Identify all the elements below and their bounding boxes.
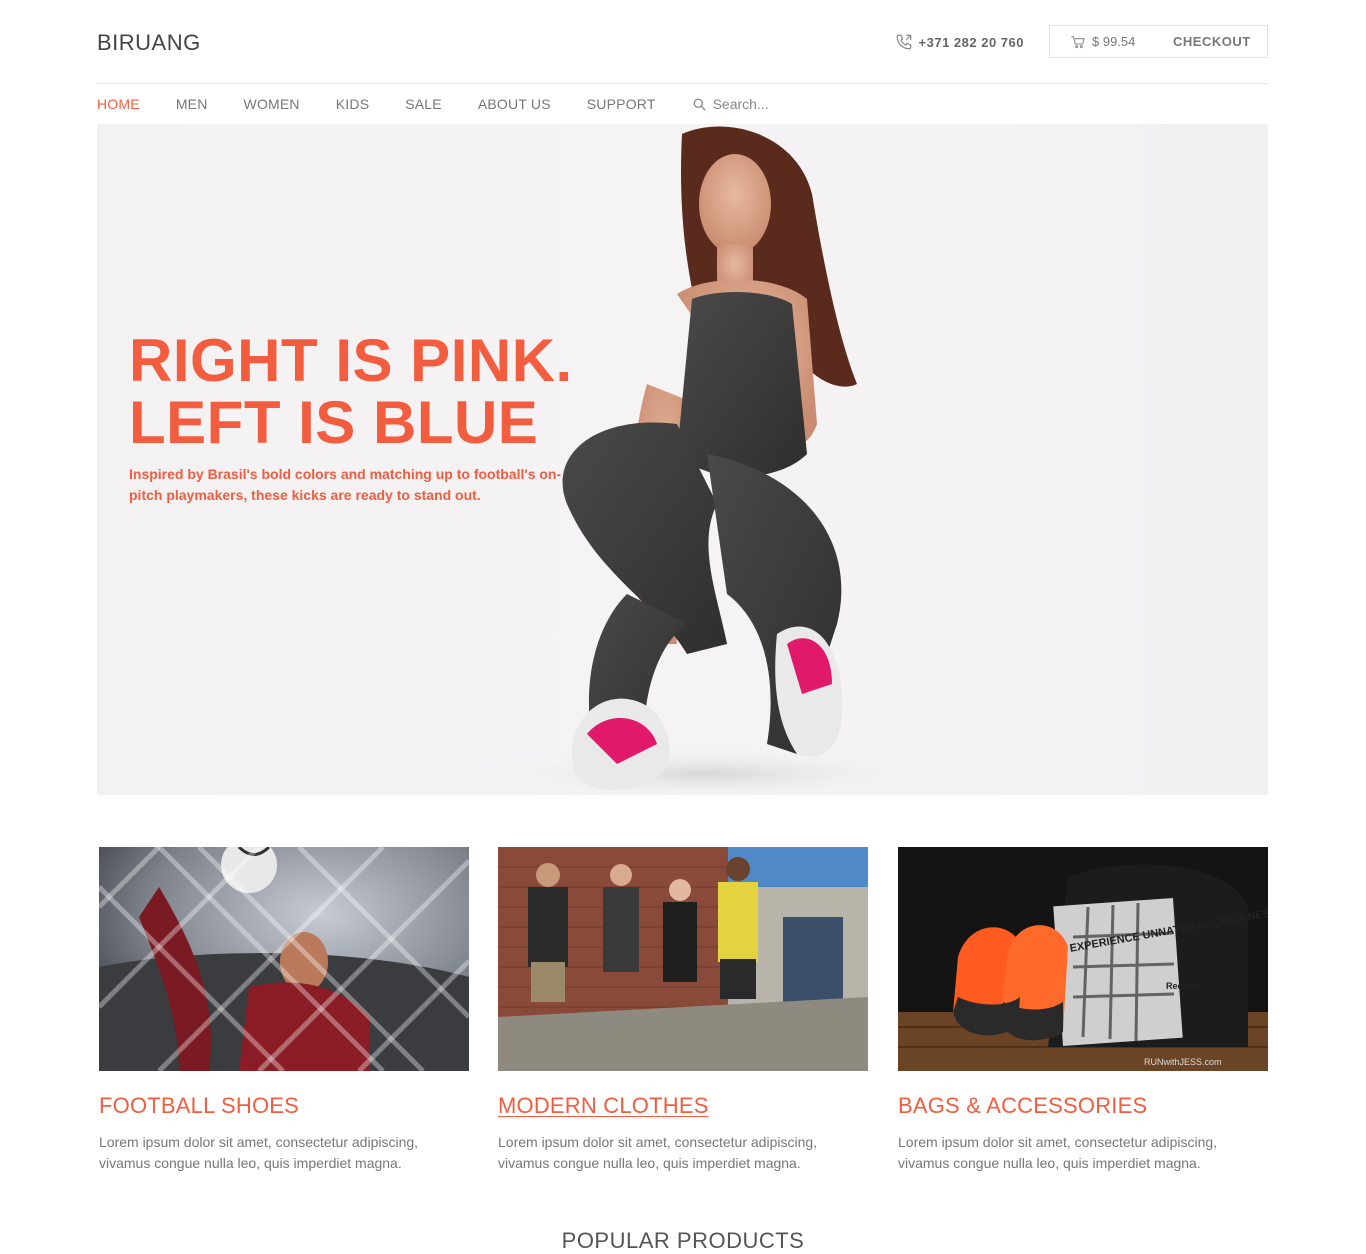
cart-icon [1071, 35, 1085, 48]
category-title-modern-clothes[interactable]: MODERN CLOTHES [498, 1093, 868, 1119]
phone-icon [896, 34, 911, 50]
nav-sale[interactable]: SALE [405, 96, 442, 112]
hero-model-image [487, 126, 927, 795]
hero-banner: RIGHT IS PINK. LEFT IS BLUE Inspired by … [97, 124, 1268, 795]
hero-description: Inspired by Brasil's bold colors and mat… [129, 466, 562, 503]
nav-support[interactable]: SUPPORT [587, 96, 656, 112]
football-photo [99, 847, 469, 1071]
hero-headline-line-1: RIGHT IS PINK. [129, 327, 573, 394]
photo-watermark: RUNwithJESS.com [1144, 1057, 1222, 1067]
category-title-football-shoes[interactable]: FOOTBALL SHOES [99, 1093, 469, 1119]
bag-brand-text: Reebok [1166, 981, 1200, 991]
nav-about-us[interactable]: ABOUT US [478, 96, 551, 112]
main-nav: HOME MEN WOMEN KIDS SALE ABOUT US SUPPOR… [97, 84, 1268, 124]
category-image-clothes[interactable] [498, 847, 868, 1071]
search-icon[interactable] [692, 97, 707, 112]
popular-products-heading: POPULAR PRODUCTS [561, 1228, 805, 1253]
cart-box: $ 99.54 CHECKOUT [1049, 25, 1268, 58]
clothes-photo [498, 847, 868, 1071]
phone-number: +371 282 20 760 [918, 34, 1024, 50]
category-modern-clothes: MODERN CLOTHES Lorem ipsum dolor sit ame… [498, 847, 868, 1174]
nav-home[interactable]: HOME [97, 96, 140, 112]
category-football-shoes: FOOTBALL SHOES Lorem ipsum dolor sit ame… [99, 847, 469, 1174]
cart-total: $ 99.54 [1092, 34, 1136, 49]
hero-headline-line-2: LEFT IS BLUE [129, 389, 539, 456]
category-image-bags[interactable]: EXPERIENCE UNNATURAL QUICKNESS. Reebok R… [898, 847, 1268, 1071]
cart-button[interactable]: $ 99.54 [1050, 34, 1154, 50]
search-input[interactable] [712, 96, 863, 112]
category-image-football[interactable] [99, 847, 469, 1071]
nav-kids[interactable]: KIDS [336, 96, 369, 112]
site-logo[interactable]: BIRUANG [97, 30, 201, 56]
checkout-button[interactable]: CHECKOUT [1173, 34, 1251, 49]
nav-men[interactable]: MEN [176, 96, 208, 112]
bags-photo: EXPERIENCE UNNATURAL QUICKNESS. Reebok R… [898, 847, 1268, 1071]
site-header: BIRUANG +371 282 20 760 $ 99.54 CHECKOUT [97, 0, 1268, 84]
category-bags-accessories: EXPERIENCE UNNATURAL QUICKNESS. Reebok R… [898, 847, 1268, 1174]
category-title-bags-accessories[interactable]: BAGS & ACCESSORIES [898, 1093, 1268, 1119]
category-text-modern-clothes: Lorem ipsum dolor sit amet, consectetur … [498, 1134, 818, 1171]
hero-headline: RIGHT IS PINK. LEFT IS BLUE [129, 330, 573, 454]
category-text-football-shoes: Lorem ipsum dolor sit amet, consectetur … [99, 1134, 419, 1171]
nav-women[interactable]: WOMEN [244, 96, 300, 112]
phone-contact[interactable]: +371 282 20 760 [895, 33, 1024, 51]
category-text-bags-accessories: Lorem ipsum dolor sit amet, consectetur … [898, 1134, 1218, 1171]
search-box [692, 96, 863, 112]
